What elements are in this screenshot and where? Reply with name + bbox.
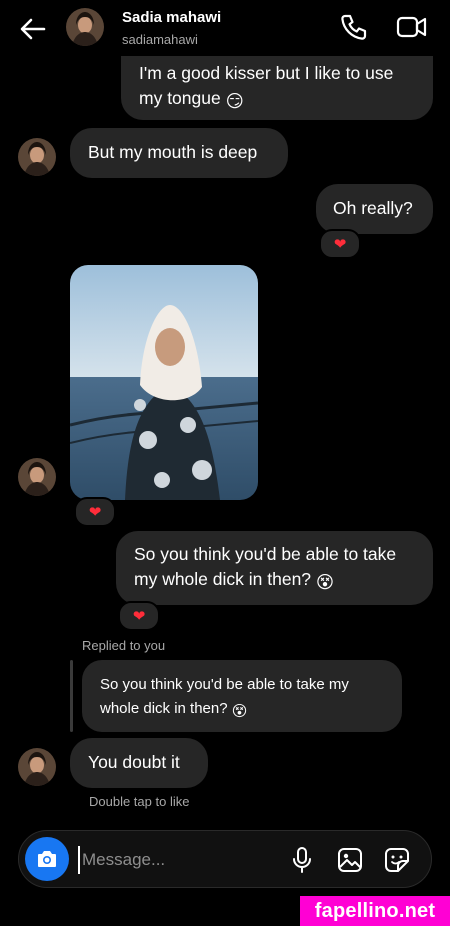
message-bubble-outgoing[interactable]: Oh really? — [316, 184, 433, 234]
avatar[interactable] — [18, 748, 56, 786]
photo-message[interactable] — [70, 265, 258, 500]
sticker-icon[interactable] — [384, 847, 410, 873]
camera-icon[interactable] — [25, 837, 69, 881]
message-text: But my mouth is deep — [88, 142, 258, 162]
microphone-icon[interactable] — [290, 846, 314, 874]
video-camera-icon[interactable] — [396, 12, 428, 42]
reaction-badge[interactable]: ❤ — [118, 601, 160, 631]
reply-label: Replied to you — [82, 638, 166, 653]
reply-divider — [70, 660, 73, 732]
contact-name[interactable]: Sadia mahawi — [122, 9, 221, 26]
message-input[interactable] — [78, 846, 272, 874]
smirk-emoji: 😏 — [225, 91, 244, 111]
contact-username: sadiamahawi — [122, 32, 198, 47]
avatar[interactable] — [18, 458, 56, 496]
message-text: You doubt it — [88, 752, 180, 772]
quoted-text: So you think you'd be able to take my wh… — [100, 676, 349, 717]
heart-icon: ❤ — [132, 608, 146, 625]
reaction-badge[interactable]: ❤ — [319, 229, 361, 259]
message-text: Oh really? — [333, 198, 413, 218]
heart-icon: ❤ — [88, 504, 102, 521]
double-tap-hint: Double tap to like — [89, 794, 190, 809]
heart-icon: ❤ — [333, 236, 347, 253]
gallery-icon[interactable] — [337, 847, 363, 873]
avatar[interactable] — [18, 138, 56, 176]
arrow-left-icon[interactable] — [16, 12, 50, 46]
phone-icon[interactable] — [339, 12, 369, 42]
dizzy-face-emoji: 😵 — [231, 703, 248, 720]
watermark: fapellino.net — [300, 896, 450, 926]
avatar[interactable] — [66, 8, 104, 46]
message-text: So you think you'd be able to take my wh… — [134, 544, 397, 589]
message-bubble-outgoing[interactable]: So you think you'd be able to take my wh… — [116, 531, 433, 605]
quoted-message[interactable]: So you think you'd be able to take my wh… — [82, 660, 402, 732]
message-text: I'm a good kisser but I like to use my t… — [139, 63, 394, 108]
message-bubble-incoming[interactable]: You doubt it — [70, 738, 208, 788]
message-bubble-incoming[interactable]: But my mouth is deep — [70, 128, 288, 178]
dizzy-face-emoji: 😵 — [315, 572, 335, 592]
message-bubble-outgoing[interactable]: I'm a good kisser but I like to use my t… — [121, 56, 433, 120]
reaction-badge[interactable]: ❤ — [74, 497, 116, 527]
